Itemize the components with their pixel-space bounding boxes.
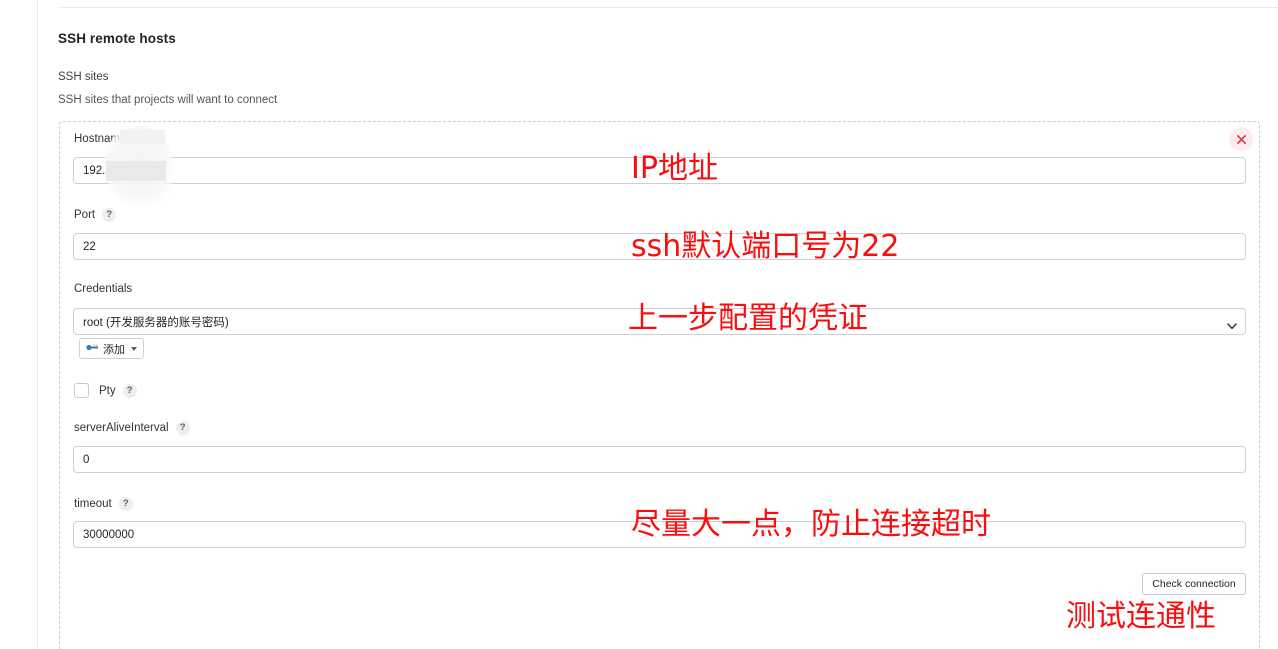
server-alive-interval-input[interactable] (73, 446, 1246, 473)
ssh-host-card (59, 121, 1260, 649)
add-credentials-label: 添加 (103, 343, 125, 356)
ssh-sites-label: SSH sites (58, 71, 109, 83)
credentials-selected-value: root (开发服务器的账号密码) (83, 316, 229, 329)
port-input[interactable] (73, 233, 1246, 260)
pty-row[interactable]: Pty ? (74, 383, 137, 398)
help-icon[interactable]: ? (102, 208, 117, 222)
remove-host-button[interactable] (1229, 127, 1253, 151)
help-icon[interactable]: ? (122, 383, 137, 398)
close-icon (1236, 134, 1247, 145)
timeout-input[interactable] (73, 521, 1246, 548)
port-label: Port ? (74, 208, 117, 222)
credentials-select-wrapper: root (开发服务器的账号密码) (73, 308, 1246, 335)
add-credentials-button[interactable]: 添加 (79, 338, 144, 359)
credentials-select[interactable]: root (开发服务器的账号密码) (73, 308, 1246, 335)
check-connection-button[interactable]: Check connection (1142, 573, 1246, 595)
hostname-input[interactable] (73, 157, 1246, 184)
pty-label: Pty (99, 384, 116, 397)
pty-label-group: Pty ? (99, 383, 137, 398)
key-icon (86, 342, 99, 356)
page-left-rail (37, 0, 38, 649)
help-icon[interactable]: ? (175, 421, 190, 435)
caret-down-icon (131, 346, 137, 351)
hostname-label: Hostname (74, 133, 127, 145)
ssh-remote-hosts-settings-page: SSH remote hosts SSH sites SSH sites tha… (0, 0, 1278, 649)
pty-checkbox[interactable] (74, 383, 89, 398)
help-icon[interactable]: ? (118, 497, 133, 511)
ssh-sites-description: SSH sites that projects will want to con… (58, 94, 278, 106)
credentials-label: Credentials (74, 283, 133, 295)
page-title: SSH remote hosts (58, 31, 176, 46)
timeout-label: timeout ? (74, 497, 133, 511)
server-alive-interval-label: serverAliveInterval ? (74, 421, 190, 435)
top-divider (58, 7, 1278, 8)
